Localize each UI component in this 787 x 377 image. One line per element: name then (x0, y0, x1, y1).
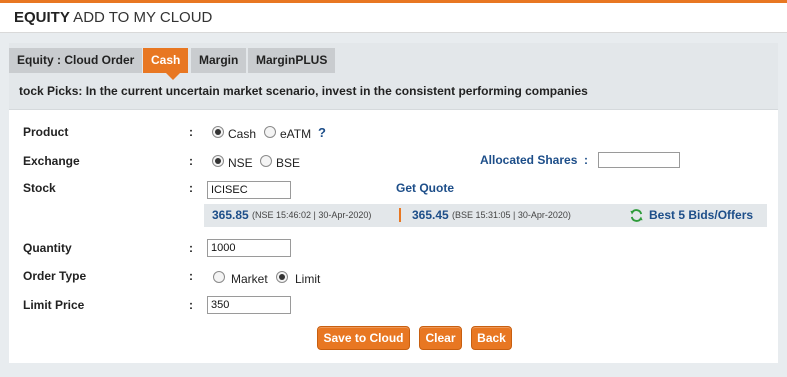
order-type-radio-limit[interactable] (276, 271, 288, 283)
clear-button[interactable]: Clear (419, 326, 462, 350)
exchange-option-bse: BSE (276, 156, 301, 170)
tab-margin[interactable]: Margin (191, 48, 247, 73)
quantity-label: Quantity (23, 241, 72, 255)
product-radio-eatm[interactable] (264, 126, 276, 138)
product-help-icon[interactable]: ? (318, 125, 326, 140)
tab-marginplus[interactable]: MarginPLUS (248, 48, 336, 73)
active-tab-pointer (166, 73, 180, 80)
limit-price-input[interactable] (207, 296, 291, 314)
best-bids-offers-link[interactable]: Best 5 Bids/Offers (649, 208, 753, 222)
product-colon: : (189, 125, 193, 139)
stock-input[interactable] (207, 181, 291, 199)
back-button[interactable]: Back (471, 326, 512, 350)
quantity-colon: : (189, 241, 193, 255)
page-header: EQUITY ADD TO MY CLOUD (0, 3, 787, 33)
refresh-icon[interactable] (629, 208, 644, 223)
order-type-label: Order Type (23, 269, 87, 283)
nse-price: 365.85 (212, 208, 249, 222)
order-type-option-market: Market (231, 272, 268, 286)
product-label: Product (23, 125, 69, 139)
stock-colon: : (189, 181, 193, 195)
order-panel: Equity : Cloud Order Cash Margin MarginP… (9, 43, 778, 363)
bse-price: 365.45 (412, 208, 449, 222)
exchange-radio-nse[interactable] (212, 155, 224, 167)
page-title: EQUITY ADD TO MY CLOUD (14, 9, 212, 26)
get-quote-link[interactable]: Get Quote (396, 181, 454, 195)
quote-separator (399, 208, 401, 222)
limit-price-label: Limit Price (23, 298, 85, 312)
exchange-option-nse: NSE (228, 156, 253, 170)
product-option-eatm: eATM (280, 127, 312, 141)
order-type-radio-market[interactable] (213, 271, 225, 283)
nse-quote-time: (NSE 15:46:02 | 30-Apr-2020) (252, 210, 372, 220)
quote-bar: 365.85 (NSE 15:46:02 | 30-Apr-2020) 365.… (204, 204, 767, 227)
tab-cash[interactable]: Cash (143, 48, 189, 73)
stock-picks-ticker: tock Picks: In the current uncertain mar… (19, 84, 588, 98)
tab-cloud-order[interactable]: Equity : Cloud Order (9, 48, 143, 73)
stock-label: Stock (23, 181, 56, 195)
allocated-shares-label: Allocated Shares (480, 153, 578, 167)
exchange-colon: : (189, 154, 193, 168)
quantity-input[interactable] (207, 239, 291, 257)
allocated-shares-input[interactable] (598, 152, 680, 168)
tab-bar: Equity : Cloud Order Cash Margin MarginP… (9, 43, 778, 110)
page-title-bold: EQUITY (14, 9, 70, 26)
order-type-option-limit: Limit (295, 272, 321, 286)
product-radio-cash[interactable] (212, 126, 224, 138)
exchange-radio-bse[interactable] (260, 155, 272, 167)
product-option-cash: Cash (228, 127, 257, 141)
allocated-shares-colon: : (584, 153, 588, 167)
save-to-cloud-button[interactable]: Save to Cloud (317, 326, 410, 350)
order-type-colon: : (189, 269, 193, 283)
bse-quote-time: (BSE 15:31:05 | 30-Apr-2020) (452, 210, 571, 220)
page-title-rest: ADD TO MY CLOUD (69, 9, 213, 26)
limit-price-colon: : (189, 298, 193, 312)
exchange-label: Exchange (23, 154, 80, 168)
